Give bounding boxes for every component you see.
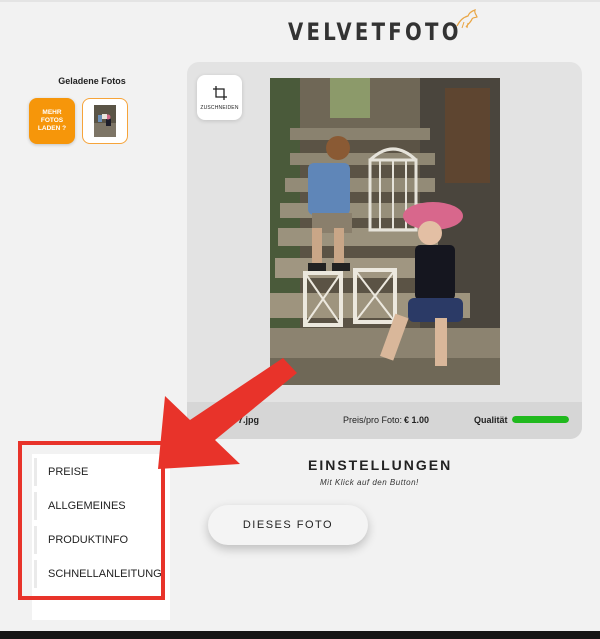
- logo-text[interactable]: VELVETFOTO: [288, 18, 462, 46]
- photo-thumbnail[interactable]: [82, 98, 128, 144]
- crop-label: ZUSCHNEIDEN: [200, 104, 239, 111]
- price-label: Preis/pro Foto:: [343, 415, 403, 425]
- highlight-box: [18, 441, 165, 600]
- load-more-photos-button[interactable]: MEHR FOTOS LADEN ?: [29, 98, 75, 144]
- quality-label: Qualität: [474, 415, 508, 425]
- bottom-bar: [0, 631, 600, 639]
- price-value: € 1.00: [404, 415, 430, 425]
- quality-meter-fill: [512, 416, 569, 423]
- photo-preview[interactable]: [270, 78, 500, 385]
- settings-title: EINSTELLUNGEN: [308, 457, 453, 473]
- photo-filename: 7.jpg: [238, 415, 260, 425]
- top-border: [0, 0, 600, 2]
- settings-subtitle: Mit Klick auf den Button!: [320, 478, 419, 487]
- crop-icon: [212, 85, 227, 100]
- this-photo-button[interactable]: DIESES FOTO: [208, 505, 368, 545]
- horse-logo-icon: [456, 9, 478, 29]
- loaded-photos-title: Geladene Fotos: [58, 76, 126, 86]
- thumbnail-image: [94, 105, 116, 137]
- quality-meter: [512, 416, 569, 423]
- photo-image: [270, 78, 500, 385]
- crop-button[interactable]: ZUSCHNEIDEN: [197, 75, 242, 120]
